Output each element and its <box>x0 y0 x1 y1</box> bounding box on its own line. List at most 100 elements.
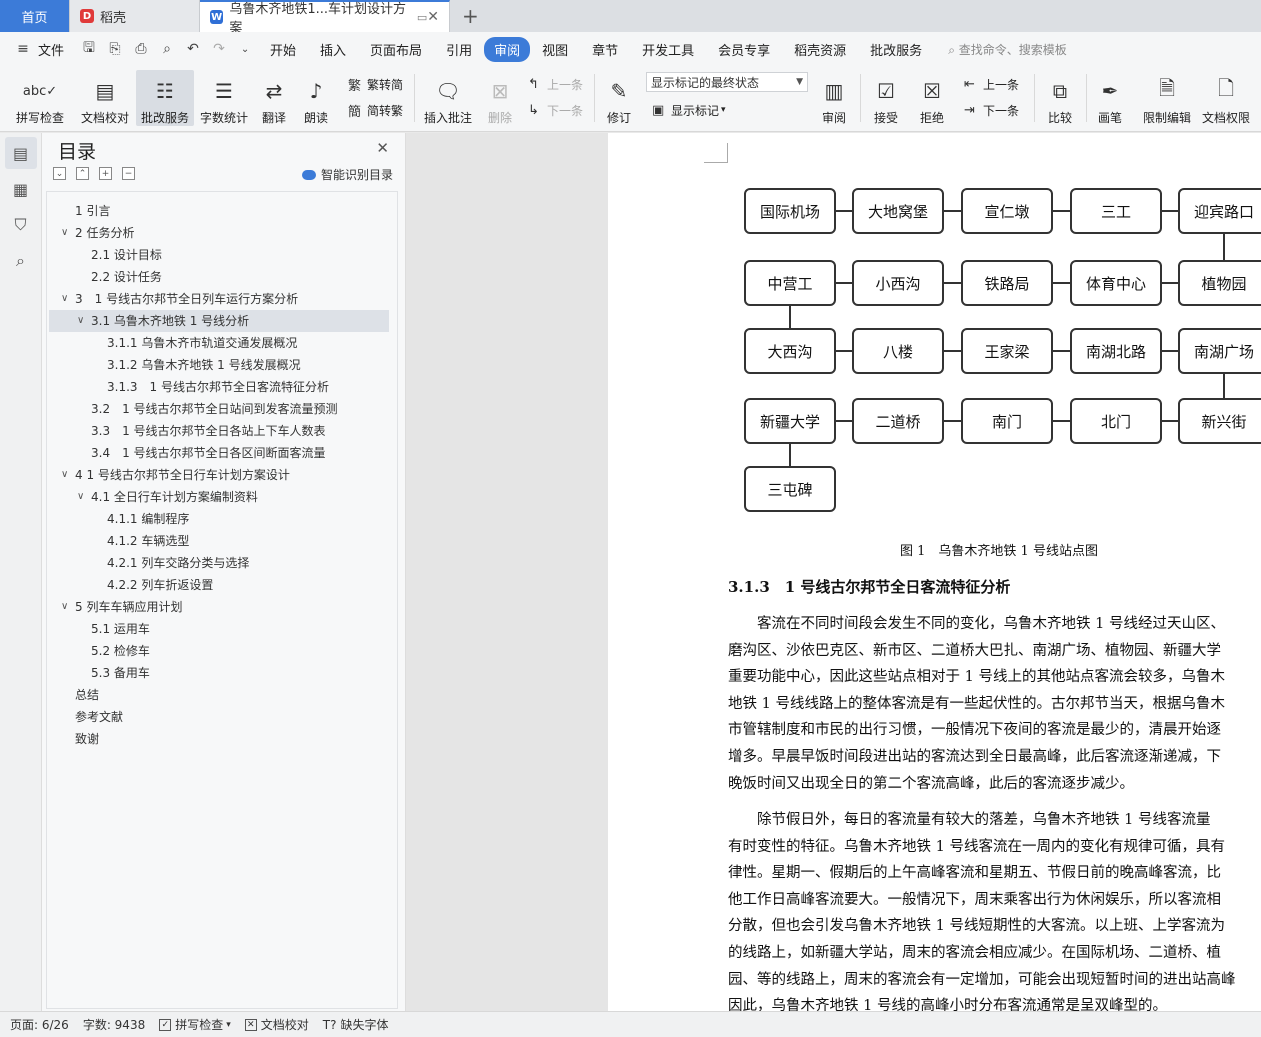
toc-item[interactable]: ∨ 3.1 乌鲁木齐地铁 1 号线分析 <box>49 310 389 332</box>
accept-button[interactable]: ☑ 接受 <box>866 70 906 126</box>
toc-item[interactable]: ∨ 2 任务分析 <box>47 222 397 244</box>
chevron-down-icon[interactable]: ∨ <box>77 486 84 508</box>
prev-change-button[interactable]: ⇤ 上一条 <box>964 74 1019 94</box>
spell-check-status[interactable]: ✓ 拼写检查 ▾ <box>159 1016 231 1033</box>
tab-document[interactable]: W 乌鲁木齐地铁1...车计划设计方案 ▭ ✕ <box>200 0 450 36</box>
add-tab-button[interactable]: + <box>450 0 491 32</box>
toc-item[interactable]: 3.2 1 号线古尔邦节全日站间到发客流量预测 <box>47 398 397 420</box>
compare-button[interactable]: ⧉ 比较 <box>1040 70 1080 126</box>
delete-comment-button[interactable]: ⊠ 删除 <box>480 70 520 126</box>
menu-review[interactable]: 审阅 <box>484 36 531 62</box>
chevron-down-icon[interactable]: ∨ <box>61 596 68 618</box>
toc-item[interactable]: 3.1.3 1 号线古尔邦节全日客流特征分析 <box>47 376 397 398</box>
bookmark-icon[interactable]: ⛉ <box>5 209 37 241</box>
word-count-indicator[interactable]: 字数: 9438 <box>83 1016 145 1033</box>
toc-item[interactable]: 3.1.2 乌鲁木齐地铁 1 号线发展概况 <box>47 354 397 376</box>
collapse-all-icon[interactable]: ⌃ <box>76 167 89 180</box>
toc-item-label: 总结 <box>75 688 100 702</box>
menu-start[interactable]: 开始 <box>258 40 308 59</box>
print-icon[interactable]: ⎙ <box>130 38 152 60</box>
menu-layout[interactable]: 页面布局 <box>358 40 434 59</box>
menu-member[interactable]: 会员专享 <box>706 40 782 59</box>
toc-item-label: 2.2 设计任务 <box>91 270 162 284</box>
more-icon[interactable]: ⌄ <box>234 38 256 60</box>
menu-devtools[interactable]: 开发工具 <box>630 40 706 59</box>
expand-all-icon[interactable]: ⌄ <box>53 167 66 180</box>
toc-item[interactable]: ∨ 4 1 号线古尔邦节全日行车计划方案设计 <box>47 464 397 486</box>
prev-comment-button[interactable]: ↰ 上一条 <box>528 74 583 94</box>
reject-button[interactable]: ☒ 拒绝 <box>912 70 952 126</box>
close-icon[interactable]: ✕ <box>427 9 439 25</box>
toc-item[interactable]: ∨ 4.1 全日行车计划方案编制资料 <box>47 486 397 508</box>
chevron-down-icon[interactable]: ∨ <box>61 464 68 486</box>
doc-permission-button[interactable]: 🗋 文档权限 <box>1198 70 1254 126</box>
trad-to-simp-button[interactable]: 繁繁转简 <box>348 74 403 94</box>
track-changes-button[interactable]: ✎ 修订 <box>600 70 638 126</box>
menu-docer[interactable]: 稻壳资源 <box>782 40 858 59</box>
page-indicator[interactable]: 页面: 6/26 <box>10 1016 69 1033</box>
toc-item[interactable]: 4.1.2 车辆选型 <box>47 530 397 552</box>
hamburger-icon[interactable]: ≡ <box>12 38 34 60</box>
read-aloud-button[interactable]: ♪ 朗读 <box>298 70 334 126</box>
pen-label: 画笔 <box>1097 111 1122 125</box>
insert-comment-button[interactable]: 🗨 插入批注 <box>420 70 476 126</box>
toc-item[interactable]: 3.1.1 乌鲁木齐市轨道交通发展概况 <box>47 332 397 354</box>
chevron-down-icon[interactable]: ∨ <box>61 288 68 310</box>
menu-chapter[interactable]: 章节 <box>580 40 630 59</box>
restrict-edit-button[interactable]: 🗎 限制编辑 <box>1140 70 1194 126</box>
preview-icon[interactable]: ⌕ <box>156 38 178 60</box>
menu-reference[interactable]: 引用 <box>434 40 484 59</box>
toc-item[interactable]: 参考文献 <box>47 706 397 728</box>
export-icon[interactable]: ⎘ <box>104 38 126 60</box>
save-icon[interactable]: 🖫 <box>78 38 100 60</box>
menu-grading[interactable]: 批改服务 <box>858 40 934 59</box>
tab-docer[interactable]: D 稻壳 <box>70 0 200 32</box>
toc-item[interactable]: 4.2.1 列车交路分类与选择 <box>47 552 397 574</box>
smart-toc-button[interactable]: 智能识别目录 <box>301 166 393 183</box>
next-change-button[interactable]: ⇥ 下一条 <box>964 100 1019 120</box>
review-pane-button[interactable]: ▥ 审阅 <box>814 70 854 126</box>
redo-icon[interactable]: ↷ <box>208 38 230 60</box>
next-comment-button[interactable]: ↳ 下一条 <box>528 100 583 120</box>
toc-item[interactable]: 1 引言 <box>47 200 397 222</box>
toc-item[interactable]: 总结 <box>47 684 397 706</box>
menu-view[interactable]: 视图 <box>530 40 580 59</box>
tab-home[interactable]: 首页 <box>0 0 70 32</box>
simp-to-trad-button[interactable]: 簡简转繁 <box>348 100 403 120</box>
track-changes-label: 修订 <box>606 111 631 125</box>
chevron-down-icon[interactable]: ∨ <box>77 310 84 332</box>
close-icon[interactable]: ✕ <box>376 139 389 157</box>
missing-font-status[interactable]: T? 缺失字体 <box>323 1016 389 1033</box>
toc-item[interactable]: 5.3 备用车 <box>47 662 397 684</box>
add-heading-icon[interactable]: + <box>99 167 112 180</box>
search-command[interactable]: ⌕ 查找命令、搜索模板 <box>948 41 1067 58</box>
toc-item[interactable]: 4.2.2 列车折返设置 <box>47 574 397 596</box>
toc-item[interactable]: 3.3 1 号线古尔邦节全日各站上下车人数表 <box>47 420 397 442</box>
toc-item[interactable]: 4.1.1 编制程序 <box>47 508 397 530</box>
file-menu[interactable]: 文件 <box>36 40 76 59</box>
proofread-status[interactable]: ✕ 文档校对 <box>244 1016 309 1033</box>
toc-item[interactable]: 5.2 检修车 <box>47 640 397 662</box>
undo-icon[interactable]: ↶ <box>182 38 204 60</box>
toc-panel-icon[interactable]: ▤ <box>4 137 37 169</box>
chapter-nav-icon[interactable]: ▦ <box>5 173 37 205</box>
toc-item[interactable]: 2.2 设计任务 <box>47 266 397 288</box>
markup-state-select[interactable]: 显示标记的最终状态 ▼ <box>646 72 808 92</box>
word-count-button[interactable]: ☰ 字数统计 <box>196 70 252 126</box>
toc-item[interactable]: 2.1 设计目标 <box>47 244 397 266</box>
toc-item[interactable]: 致谢 <box>47 728 397 750</box>
proofread-button[interactable]: ▤ 文档校对 <box>76 70 134 126</box>
remove-heading-icon[interactable]: − <box>122 167 135 180</box>
toc-item[interactable]: ∨ 3 1 号线古尔邦节全日列车运行方案分析 <box>47 288 397 310</box>
spell-check-button[interactable]: abc✓ 拼写检查 <box>6 70 74 126</box>
search-icon[interactable]: ⌕ <box>5 245 37 277</box>
chevron-down-icon[interactable]: ∨ <box>61 222 68 244</box>
pen-button[interactable]: ✒ 画笔 <box>1092 70 1128 126</box>
toc-item[interactable]: ∨ 5 列车车辆应用计划 <box>47 596 397 618</box>
translate-button[interactable]: ⇄ 翻译 <box>254 70 294 126</box>
grading-button[interactable]: ☷ 批改服务 <box>136 70 194 126</box>
toc-item[interactable]: 5.1 运用车 <box>47 618 397 640</box>
menu-insert[interactable]: 插入 <box>308 40 358 59</box>
toc-item[interactable]: 3.4 1 号线古尔邦节全日各区间断面客流量 <box>47 442 397 464</box>
show-markup-button[interactable]: ▣ 显示标记 ▾ <box>652 100 726 120</box>
